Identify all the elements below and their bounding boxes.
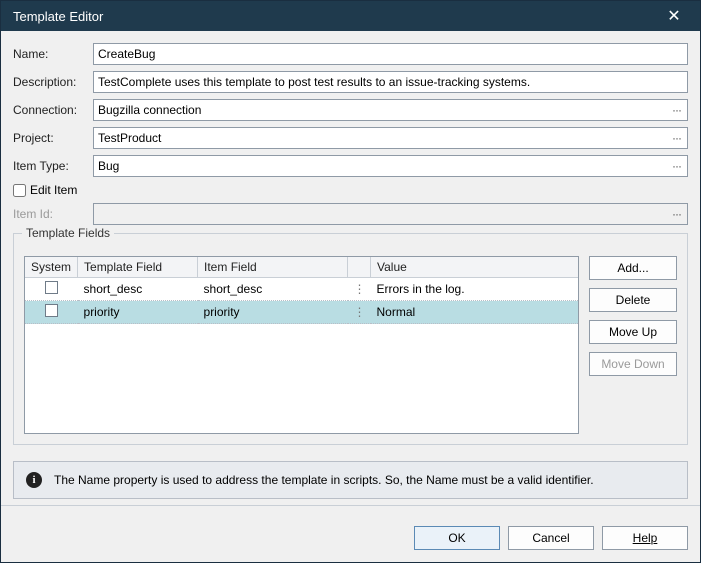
footer: OK Cancel Help: [1, 514, 700, 562]
fields-grid[interactable]: System Template Field Item Field Value s…: [24, 256, 579, 434]
description-label: Description:: [13, 75, 93, 89]
name-field[interactable]: CreateBug: [93, 43, 688, 65]
table-row[interactable]: priority priority ⋮ Normal: [25, 301, 578, 324]
project-field[interactable]: TestProduct ···: [93, 127, 688, 149]
ellipsis-icon[interactable]: ⋮: [348, 301, 371, 324]
cell-value: Normal: [371, 301, 578, 324]
description-field[interactable]: TestComplete uses this template to post …: [93, 71, 688, 93]
info-text: The Name property is used to address the…: [54, 473, 594, 487]
item-type-field[interactable]: Bug ···: [93, 155, 688, 177]
description-value: TestComplete uses this template to post …: [98, 75, 530, 89]
ellipsis-icon[interactable]: ···: [670, 159, 683, 173]
cancel-button[interactable]: Cancel: [508, 526, 594, 550]
cell-template-field: short_desc: [78, 278, 198, 301]
item-id-label: Item Id:: [13, 207, 93, 221]
cell-template-field: priority: [78, 301, 198, 324]
info-icon: i: [26, 472, 42, 488]
cell-item-field: priority: [198, 301, 348, 324]
delete-button[interactable]: Delete: [589, 288, 677, 312]
help-button[interactable]: Help: [602, 526, 688, 550]
system-checkbox[interactable]: [45, 304, 58, 317]
titlebar: Template Editor ✕: [1, 1, 700, 31]
connection-value: Bugzilla connection: [98, 103, 201, 117]
connection-field[interactable]: Bugzilla connection ···: [93, 99, 688, 121]
ellipsis-icon[interactable]: ···: [670, 103, 683, 117]
ellipsis-icon: ···: [670, 207, 683, 221]
project-value: TestProduct: [98, 131, 161, 145]
ellipsis-icon[interactable]: ⋮: [348, 278, 371, 301]
item-type-value: Bug: [98, 159, 119, 173]
template-fields-group: Template Fields System Template Field It…: [13, 233, 688, 445]
cell-value: Errors in the log.: [371, 278, 578, 301]
item-id-field: ···: [93, 203, 688, 225]
grid-buttons: Add... Delete Move Up Move Down: [589, 256, 677, 434]
move-down-button: Move Down: [589, 352, 677, 376]
col-template-field[interactable]: Template Field: [78, 257, 198, 278]
window-title: Template Editor: [13, 9, 656, 24]
connection-label: Connection:: [13, 103, 93, 117]
edit-item-label: Edit Item: [30, 183, 77, 197]
move-up-button[interactable]: Move Up: [589, 320, 677, 344]
system-checkbox[interactable]: [45, 281, 58, 294]
name-label: Name:: [13, 47, 93, 61]
close-icon[interactable]: ✕: [656, 1, 692, 31]
col-system[interactable]: System: [25, 257, 78, 278]
ok-button[interactable]: OK: [414, 526, 500, 550]
separator: [1, 505, 700, 506]
content-area: Name: CreateBug Description: TestComplet…: [1, 31, 700, 514]
ellipsis-icon[interactable]: ···: [670, 131, 683, 145]
edit-item-checkbox[interactable]: [13, 184, 26, 197]
project-label: Project:: [13, 131, 93, 145]
cell-item-field: short_desc: [198, 278, 348, 301]
add-button[interactable]: Add...: [589, 256, 677, 280]
group-title: Template Fields: [22, 226, 114, 240]
col-value[interactable]: Value: [371, 257, 578, 278]
name-value: CreateBug: [98, 47, 155, 61]
col-item-dots: [348, 257, 371, 278]
info-bar: i The Name property is used to address t…: [13, 461, 688, 499]
table-row[interactable]: short_desc short_desc ⋮ Errors in the lo…: [25, 278, 578, 301]
col-item-field[interactable]: Item Field: [198, 257, 348, 278]
item-type-label: Item Type:: [13, 159, 93, 173]
